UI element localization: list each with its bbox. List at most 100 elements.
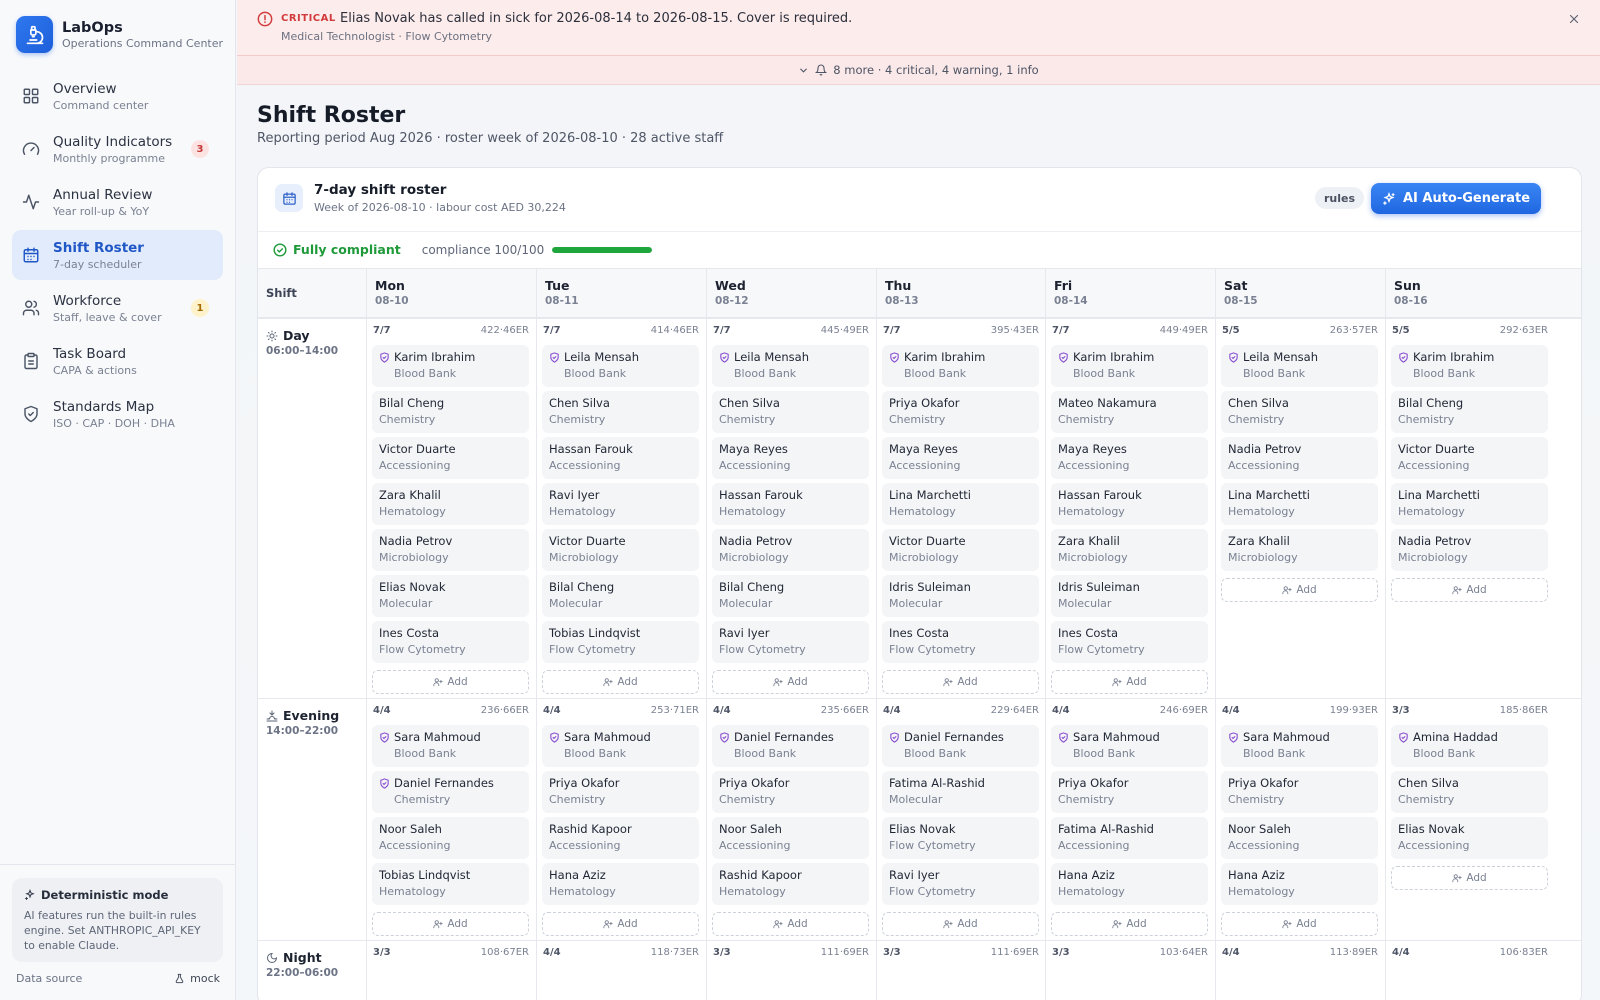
add-staff-button[interactable]: Add — [372, 670, 529, 694]
staff-chip[interactable]: Leila Mensah Blood Bank — [712, 345, 869, 387]
add-staff-button[interactable]: Add — [1051, 670, 1208, 694]
staff-chip[interactable]: Bilal Cheng Molecular — [542, 575, 699, 617]
add-staff-button[interactable]: Add — [1391, 578, 1548, 602]
staff-chip[interactable]: Nadia Petrov Microbiology — [372, 529, 529, 571]
brand[interactable]: LabOps Operations Command Center — [16, 16, 223, 53]
staff-chip[interactable]: Zara Khalil Microbiology — [1051, 529, 1208, 571]
staff-chip[interactable]: Karim Ibrahim Blood Bank — [372, 345, 529, 387]
close-icon[interactable] — [1568, 13, 1580, 25]
staff-chip[interactable]: Mateo Nakamura Chemistry — [1051, 391, 1208, 433]
staff-chip[interactable]: Victor Duarte Accessioning — [372, 437, 529, 479]
add-staff-button[interactable]: Add — [542, 670, 699, 694]
staff-chip[interactable]: Tobias Lindqvist Hematology — [372, 863, 529, 905]
staff-chip[interactable]: Daniel Fernandes Blood Bank — [882, 725, 1039, 767]
staff-chip[interactable]: Victor Duarte Microbiology — [542, 529, 699, 571]
coverage-count: 3/3 — [373, 947, 391, 958]
staff-chip[interactable]: Priya Okafor Chemistry — [1221, 771, 1378, 813]
staff-chip[interactable]: Ines Costa Flow Cytometry — [882, 621, 1039, 663]
add-staff-button[interactable]: Add — [1051, 912, 1208, 936]
staff-chip[interactable]: Ines Costa Flow Cytometry — [1051, 621, 1208, 663]
add-staff-button[interactable]: Add — [882, 670, 1039, 694]
sidebar-item-standards-map[interactable]: Standards Map ISO · CAP · DOH · DHA — [12, 389, 223, 439]
staff-chip[interactable]: Hana Aziz Hematology — [1051, 863, 1208, 905]
staff-chip[interactable]: Hassan Farouk Accessioning — [542, 437, 699, 479]
staff-chip[interactable]: Noor Saleh Accessioning — [1221, 817, 1378, 859]
staff-chip[interactable]: Lina Marchetti Hematology — [1391, 483, 1548, 525]
staff-chip[interactable]: Lina Marchetti Hematology — [882, 483, 1039, 525]
staff-chip[interactable]: Hassan Farouk Hematology — [1051, 483, 1208, 525]
staff-chip[interactable]: Fatima Al-Rashid Molecular — [882, 771, 1039, 813]
staff-chip[interactable]: Hassan Farouk Hematology — [712, 483, 869, 525]
staff-chip[interactable]: Noor Saleh Accessioning — [372, 817, 529, 859]
staff-chip[interactable]: Zara Khalil Microbiology — [1221, 529, 1378, 571]
staff-chip[interactable]: Daniel Fernandes Chemistry — [372, 771, 529, 813]
rules-button[interactable]: rules — [1315, 187, 1365, 209]
sidebar-item-overview[interactable]: Overview Command center — [12, 71, 223, 121]
staff-chip[interactable]: Leila Mensah Blood Bank — [542, 345, 699, 387]
staff-chip[interactable]: Karim Ibrahim Blood Bank — [882, 345, 1039, 387]
staff-chip[interactable]: Elias Novak Accessioning — [1391, 817, 1548, 859]
sidebar-item-quality-indicators[interactable]: Quality Indicators Monthly programme 3 — [12, 124, 223, 174]
staff-chip[interactable]: Maya Reyes Accessioning — [712, 437, 869, 479]
staff-chip[interactable]: Nadia Petrov Microbiology — [712, 529, 869, 571]
staff-chip[interactable]: Amina Haddad Blood Bank — [1391, 725, 1548, 767]
staff-chip[interactable]: Victor Duarte Accessioning — [1391, 437, 1548, 479]
staff-chip[interactable]: Hana Aziz Hematology — [1221, 863, 1378, 905]
add-staff-button[interactable]: Add — [542, 912, 699, 936]
staff-chip[interactable]: Daniel Fernandes Blood Bank — [712, 725, 869, 767]
staff-chip[interactable]: Noor Saleh Accessioning — [712, 817, 869, 859]
staff-chip[interactable]: Nadia Petrov Accessioning — [1221, 437, 1378, 479]
staff-chip[interactable]: Victor Duarte Microbiology — [882, 529, 1039, 571]
staff-chip[interactable]: Zara Khalil Hematology — [372, 483, 529, 525]
staff-chip[interactable]: Chen Silva Chemistry — [1391, 771, 1548, 813]
staff-chip[interactable]: Ines Costa Flow Cytometry — [372, 621, 529, 663]
staff-chip[interactable]: Priya Okafor Chemistry — [542, 771, 699, 813]
staff-chip[interactable]: Rashid Kapoor Accessioning — [542, 817, 699, 859]
staff-chip[interactable]: Lina Marchetti Hematology — [1221, 483, 1378, 525]
sidebar-item-annual-review[interactable]: Annual Review Year roll-up & YoY — [12, 177, 223, 227]
staff-chip[interactable]: Sara Mahmoud Blood Bank — [542, 725, 699, 767]
staff-chip[interactable]: Maya Reyes Accessioning — [882, 437, 1039, 479]
staff-chip[interactable]: Maya Reyes Accessioning — [1051, 437, 1208, 479]
staff-chip[interactable]: Chen Silva Chemistry — [1221, 391, 1378, 433]
ai-auto-generate-button[interactable]: AI Auto-Generate — [1371, 183, 1541, 214]
staff-chip[interactable]: Sara Mahmoud Blood Bank — [372, 725, 529, 767]
staff-chip[interactable]: Nadia Petrov Microbiology — [1391, 529, 1548, 571]
staff-chip[interactable]: Idris Suleiman Molecular — [1051, 575, 1208, 617]
add-staff-button[interactable]: Add — [712, 912, 869, 936]
staff-chip[interactable]: Ravi Iyer Flow Cytometry — [712, 621, 869, 663]
staff-chip[interactable]: Idris Suleiman Molecular — [882, 575, 1039, 617]
add-staff-button[interactable]: Add — [1391, 866, 1548, 890]
staff-chip[interactable]: Elias Novak Flow Cytometry — [882, 817, 1039, 859]
add-staff-button[interactable]: Add — [372, 912, 529, 936]
staff-chip[interactable]: Priya Okafor Chemistry — [712, 771, 869, 813]
staff-chip[interactable]: Leila Mensah Blood Bank — [1221, 345, 1378, 387]
staff-chip[interactable]: Priya Okafor Chemistry — [1051, 771, 1208, 813]
sidebar-item-shift-roster[interactable]: Shift Roster 7-day scheduler — [12, 230, 223, 280]
staff-chip[interactable]: Sara Mahmoud Blood Bank — [1221, 725, 1378, 767]
more-alerts-toggle[interactable]: 8 more · 4 critical, 4 warning, 1 info — [237, 56, 1600, 85]
add-staff-button[interactable]: Add — [882, 912, 1039, 936]
staff-chip[interactable]: Chen Silva Chemistry — [712, 391, 869, 433]
add-staff-button[interactable]: Add — [1221, 912, 1378, 936]
data-source-toggle[interactable]: mock — [174, 972, 220, 985]
sidebar-item-task-board[interactable]: Task Board CAPA & actions — [12, 336, 223, 386]
staff-chip[interactable]: Rashid Kapoor Hematology — [712, 863, 869, 905]
staff-chip[interactable]: Ravi Iyer Flow Cytometry — [882, 863, 1039, 905]
add-staff-button[interactable]: Add — [712, 670, 869, 694]
staff-chip[interactable]: Bilal Cheng Chemistry — [372, 391, 529, 433]
staff-chip[interactable]: Fatima Al-Rashid Accessioning — [1051, 817, 1208, 859]
add-staff-button[interactable]: Add — [1221, 578, 1378, 602]
staff-chip[interactable]: Tobias Lindqvist Flow Cytometry — [542, 621, 699, 663]
staff-chip[interactable]: Priya Okafor Chemistry — [882, 391, 1039, 433]
staff-chip[interactable]: Chen Silva Chemistry — [542, 391, 699, 433]
staff-chip[interactable]: Karim Ibrahim Blood Bank — [1391, 345, 1548, 387]
staff-chip[interactable]: Elias Novak Molecular — [372, 575, 529, 617]
staff-chip[interactable]: Bilal Cheng Chemistry — [1391, 391, 1548, 433]
staff-chip[interactable]: Sara Mahmoud Blood Bank — [1051, 725, 1208, 767]
staff-chip[interactable]: Karim Ibrahim Blood Bank — [1051, 345, 1208, 387]
staff-chip[interactable]: Hana Aziz Hematology — [542, 863, 699, 905]
staff-chip[interactable]: Ravi Iyer Hematology — [542, 483, 699, 525]
staff-chip[interactable]: Bilal Cheng Molecular — [712, 575, 869, 617]
sidebar-item-workforce[interactable]: Workforce Staff, leave & cover 1 — [12, 283, 223, 333]
